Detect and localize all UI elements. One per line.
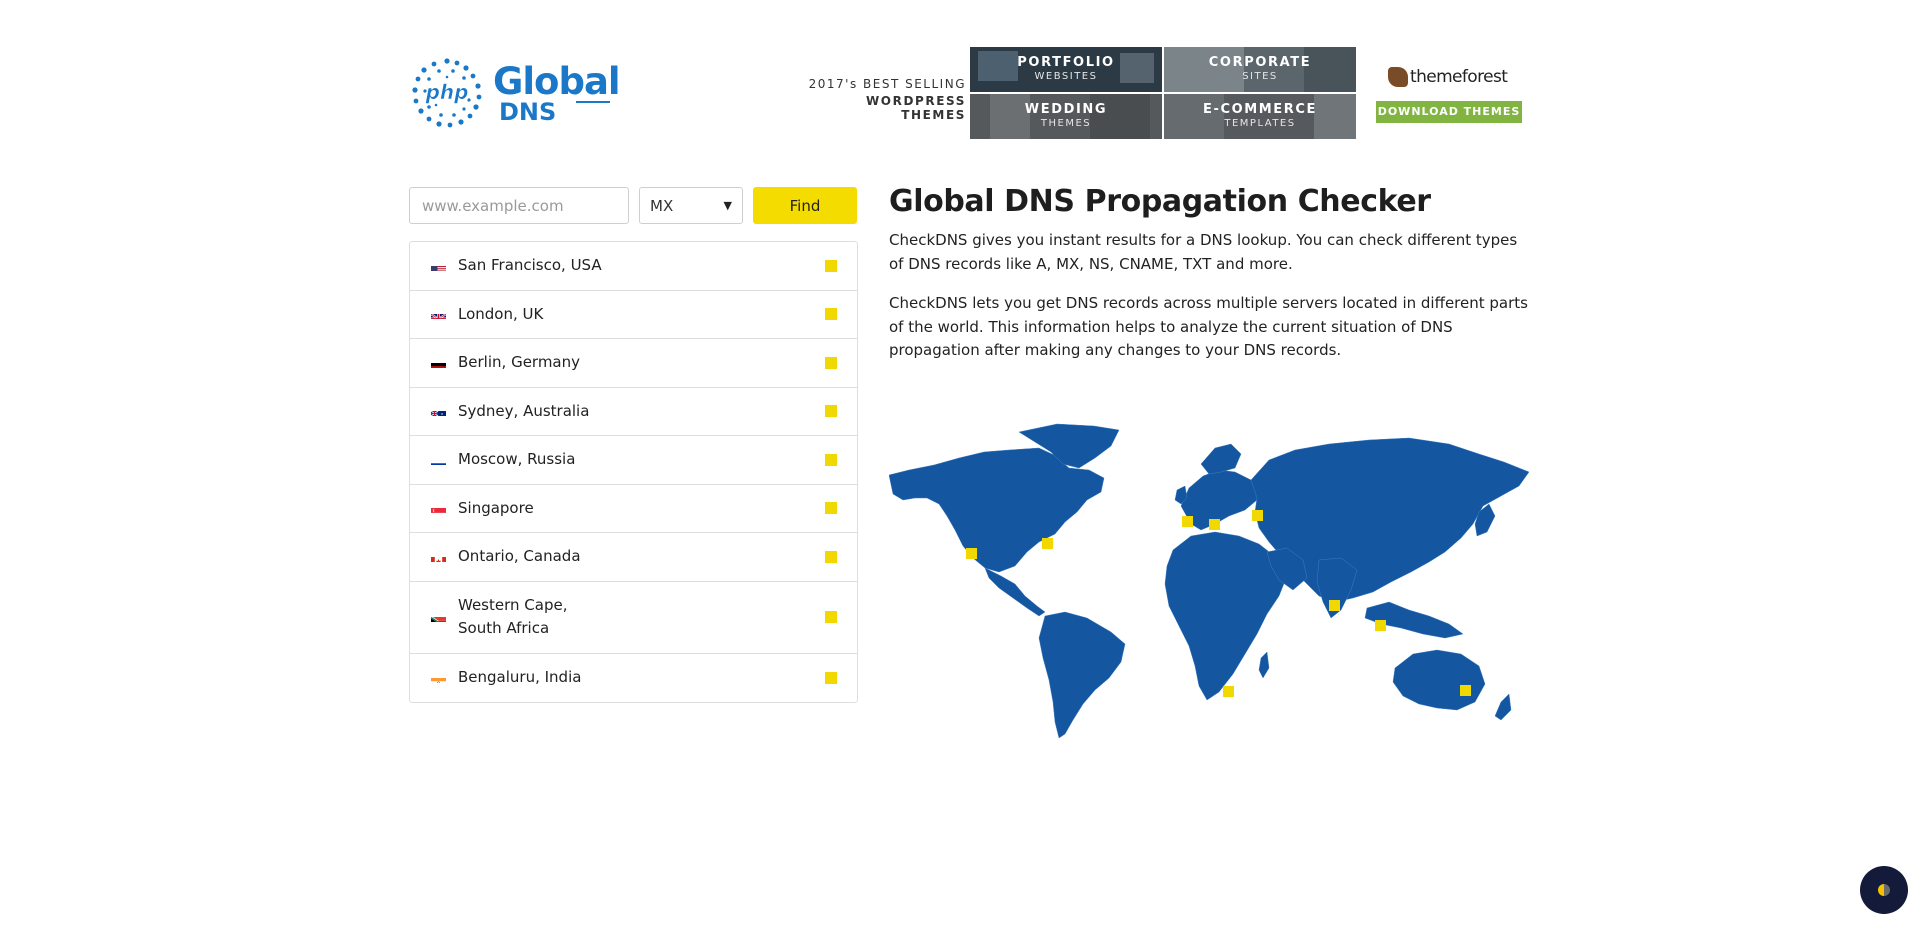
server-name: Sydney, Australia [458,401,590,420]
server-name: London, UK [458,304,544,323]
map-marker-moscow [1252,510,1263,521]
new-zealand-landmass [1494,693,1512,721]
central-america-landmass [984,567,1046,617]
south-africa-flag-icon [431,612,446,622]
server-row-bengaluru: Bengaluru, India [410,654,857,703]
download-themes-button[interactable]: DOWNLOAD THEMES [1376,101,1522,123]
server-row-sydney: Sydney, Australia [410,388,857,436]
south-america-landmass [1038,611,1126,739]
description-paragraph: CheckDNS lets you get DNS records across… [889,294,1528,359]
themeforest-logo: themeforest [1388,67,1508,87]
find-button[interactable]: Find [753,187,857,224]
canada-flag-icon [431,552,446,562]
server-name: Western Cape, South Africa [458,596,568,637]
russia-flag-icon [431,455,446,465]
logo-word-global: Global [493,59,621,103]
server-status-indicator [825,453,837,466]
server-name: Bengaluru, India [458,668,582,687]
server-row-san-francisco: San Francisco, USA [410,242,857,291]
server-row-western-cape: Western Cape, South Africa [410,582,857,654]
map-marker-western-cape [1223,686,1234,697]
svg-text:php: php [425,80,469,104]
scandinavia-landmass [1200,443,1242,475]
themeforest-leaf-icon [1388,67,1408,87]
server-status-indicator [825,356,837,369]
ad-tile-portfolio[interactable]: PORTFOLIO WEBSITES [970,47,1162,92]
server-row-london: London, UK [410,291,857,339]
themeforest-ad-banner[interactable]: 2017's BEST SELLING WORDPRESS THEMES POR… [800,47,1522,139]
server-name: Berlin, Germany [458,353,581,372]
australia-landmass [1392,649,1486,711]
logo-word-dns: DNS [499,97,557,126]
site-logo[interactable]: php Global DNS [409,54,629,132]
record-type-select[interactable]: MX ▼ [639,187,743,224]
server-row-berlin: Berlin, Germany [410,339,857,388]
server-row-moscow: Moscow, Russia [410,436,857,485]
madagascar-landmass [1258,651,1270,679]
us-flag-icon [431,261,446,271]
server-name: Singapore [458,498,534,517]
server-name: Ontario, Canada [458,547,581,566]
server-status-indicator [825,259,837,272]
server-status-indicator [825,405,837,418]
ad-tile-ecommerce[interactable]: E-COMMERCE TEMPLATES [1164,94,1356,139]
north-america-landmass [888,447,1105,573]
ad-tile-wedding[interactable]: WEDDING THEMES [970,94,1162,139]
half-moon-icon [1878,884,1890,896]
world-map [888,420,1534,740]
uk-flag-icon [431,309,446,320]
germany-flag-icon [431,358,446,368]
ad-tile-corporate[interactable]: CORPORATE SITES [1164,47,1356,92]
server-row-singapore: Singapore [410,485,857,533]
server-row-ontario: Ontario, Canada [410,533,857,582]
singapore-flag-icon [431,503,446,514]
map-marker-bengaluru [1329,600,1340,611]
server-name: Moscow, Russia [458,450,576,469]
server-status-indicator [825,611,837,623]
ad-tagline: 2017's BEST SELLING WORDPRESS THEMES [808,77,966,122]
theme-toggle-button[interactable] [1860,866,1908,914]
map-marker-berlin [1209,519,1220,530]
chevron-down-icon: ▼ [723,199,732,212]
logo-underline [576,100,611,103]
record-type-value: MX [650,196,674,215]
map-marker-sydney [1460,685,1471,696]
server-status-indicator [825,308,837,321]
map-marker-san-francisco [966,548,977,559]
server-status-indicator [825,671,837,684]
map-marker-ontario [1042,538,1053,549]
server-name: San Francisco, USA [458,256,602,275]
india-flag-icon [431,673,446,683]
server-status-indicator [825,550,837,563]
page-title: Global DNS Propagation Checker [889,184,1431,219]
intro-paragraph: CheckDNS gives you instant results for a… [889,231,1518,273]
dns-server-list: San Francisco, USA London, UK Berlin, Ge… [409,241,858,703]
logo-globe-icon: php [409,55,485,131]
map-marker-london [1182,516,1193,527]
domain-search-input[interactable] [409,187,629,224]
australia-flag-icon [431,406,446,417]
server-status-indicator [825,502,837,515]
map-marker-singapore [1375,620,1386,631]
